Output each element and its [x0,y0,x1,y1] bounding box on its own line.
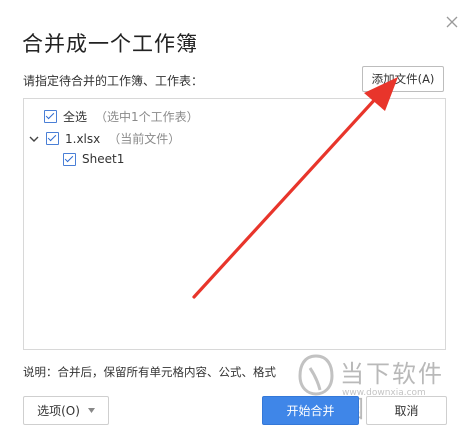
watermark: 当下软件园 www.downxia.com [296,352,466,423]
start-merge-button[interactable]: 开始合并 [262,396,359,425]
options-label: 选项(O) [37,404,80,418]
sheet-checkbox[interactable] [63,152,76,166]
options-button[interactable]: 选项(O) [23,396,109,425]
merge-workbook-dialog: 合并成一个工作簿 请指定待合并的工作簿、工作表： 添加文件(A) 全选 （选中1… [0,0,470,427]
file-status: （当前文件） [108,132,181,146]
file-checkbox[interactable] [46,132,59,145]
cancel-button[interactable]: 取消 [366,396,447,425]
watermark-logo-icon [298,354,334,396]
merge-note: 说明：合并后，保留所有单元格内容、公式、格式 [23,365,276,379]
instruction-text: 请指定待合并的工作簿、工作表： [23,74,204,88]
tree-row-select-all[interactable]: 全选 （选中1个工作表） [44,108,199,125]
file-tree-panel: 全选 （选中1个工作表） 1.xlsx （当前文件） Sheet1 [23,98,446,350]
sheet-name: Sheet1 [82,152,125,166]
select-all-checkbox[interactable] [44,110,57,123]
chevron-down-icon[interactable] [28,133,40,145]
select-all-label: 全选 [63,110,88,124]
dialog-title: 合并成一个工作簿 [22,32,198,56]
tree-row-file[interactable]: 1.xlsx （当前文件） [28,130,180,147]
caret-down-icon [87,408,95,413]
close-icon[interactable] [444,14,460,30]
tree-row-sheet[interactable]: Sheet1 [63,152,124,166]
select-all-count: （选中1个工作表） [95,110,199,124]
file-name: 1.xlsx [65,131,101,146]
add-file-button[interactable]: 添加文件(A) [362,66,444,92]
